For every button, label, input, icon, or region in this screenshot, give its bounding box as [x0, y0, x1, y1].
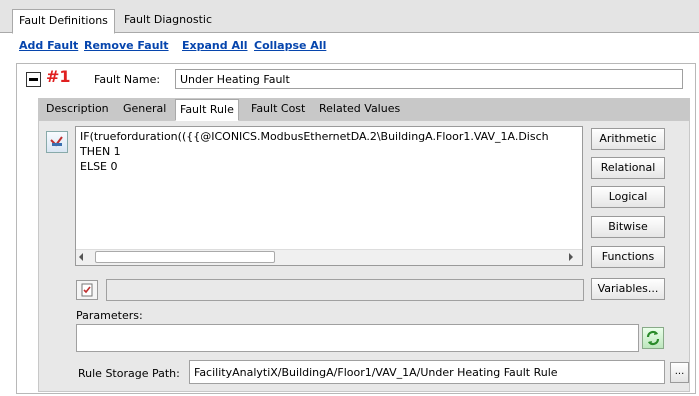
- rule-line-2: THEN 1: [80, 145, 121, 158]
- collapse-fault-button[interactable]: [26, 72, 41, 87]
- logical-button[interactable]: Logical: [591, 186, 665, 208]
- validation-result-field: [106, 279, 584, 301]
- add-fault-link[interactable]: Add Fault: [19, 39, 78, 52]
- storage-path-input[interactable]: FacilityAnalytiX/BuildingA/Floor1/VAV_1A…: [189, 360, 665, 384]
- tab-fault-cost[interactable]: Fault Cost: [251, 102, 305, 115]
- variables-button[interactable]: Variables...: [591, 278, 665, 300]
- fault-name-input[interactable]: Under Heating Fault: [175, 69, 683, 89]
- functions-button[interactable]: Functions: [591, 246, 665, 268]
- refresh-button[interactable]: [642, 327, 664, 349]
- arithmetic-button[interactable]: Arithmetic: [591, 128, 665, 150]
- tab-general[interactable]: General: [123, 102, 166, 115]
- relational-button[interactable]: Relational: [591, 157, 665, 179]
- fault-name-label: Fault Name:: [94, 73, 161, 86]
- rule-line-3: ELSE 0: [80, 160, 118, 173]
- bitwise-button[interactable]: Bitwise: [591, 216, 665, 238]
- formula-icon: [50, 136, 63, 147]
- checklist-icon: [81, 283, 93, 297]
- fault-number: #1: [46, 67, 71, 86]
- tab-related-values[interactable]: Related Values: [319, 102, 400, 115]
- validate-button[interactable]: [76, 280, 98, 300]
- expand-all-link[interactable]: Expand All: [182, 39, 248, 52]
- browse-button[interactable]: ...: [670, 362, 689, 383]
- scroll-left-icon[interactable]: [79, 253, 83, 261]
- rule-line-1: IF(trueforduration(({{@ICONICS.ModbusEth…: [80, 130, 549, 143]
- remove-fault-link[interactable]: Remove Fault: [84, 39, 169, 52]
- refresh-icon: [646, 330, 660, 346]
- tab-description[interactable]: Description: [46, 102, 109, 115]
- parameters-label: Parameters:: [76, 309, 143, 322]
- collapse-all-link[interactable]: Collapse All: [254, 39, 326, 52]
- tab-fault-diagnostic[interactable]: Fault Diagnostic: [118, 9, 218, 33]
- formula-editor-button[interactable]: [46, 131, 68, 153]
- scroll-thumb[interactable]: [95, 251, 275, 263]
- parameters-input[interactable]: [76, 324, 639, 352]
- tab-fault-definitions[interactable]: Fault Definitions: [12, 9, 115, 34]
- scroll-right-icon[interactable]: [569, 253, 573, 261]
- storage-path-label: Rule Storage Path:: [78, 367, 180, 380]
- tab-fault-rule[interactable]: Fault Rule: [175, 99, 239, 121]
- rule-editor[interactable]: [75, 126, 583, 266]
